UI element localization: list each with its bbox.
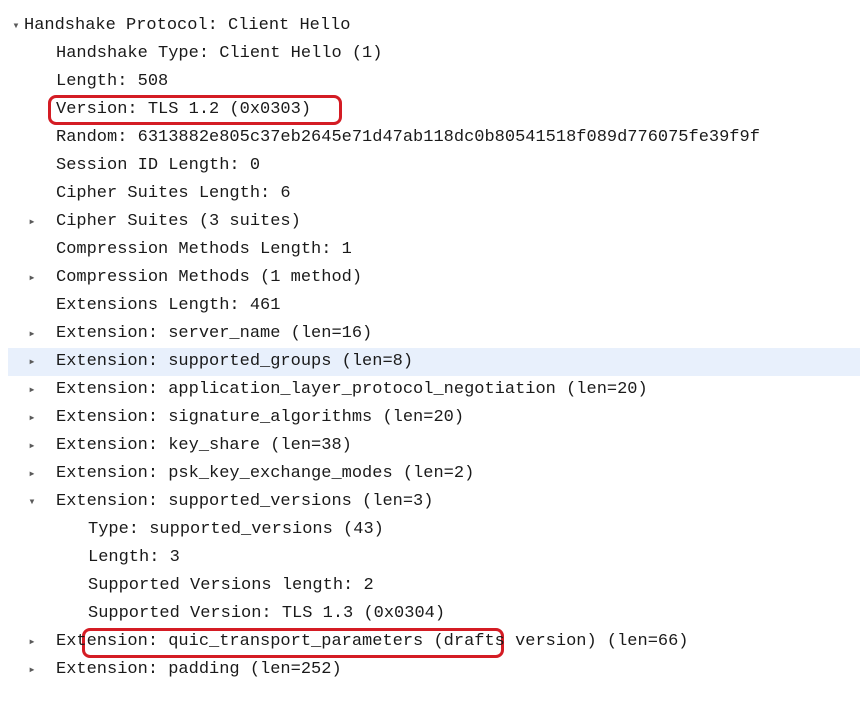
tree-row-sv-type[interactable]: · Type: supported_versions (43) (8, 516, 860, 544)
tree-label: Extension: application_layer_protocol_ne… (56, 376, 648, 404)
tree-label: Extension: key_share (len=38) (56, 432, 352, 460)
tree-label: Extension: supported_groups (len=8) (56, 348, 413, 376)
tree-row-ext-signature-algorithms[interactable]: ▸ Extension: signature_algorithms (len=2… (8, 404, 860, 432)
tree-row-version[interactable]: · Version: TLS 1.2 (0x0303) (8, 96, 860, 124)
tree-label: Length: 508 (56, 68, 168, 96)
tree-row-ext-supported-groups[interactable]: ▸ Extension: supported_groups (len=8) (8, 348, 860, 376)
tree-label: Extension: server_name (len=16) (56, 320, 372, 348)
tree-row-random[interactable]: · Random: 6313882e805c37eb2645e71d47ab11… (8, 124, 860, 152)
tree-label: Supported Version: TLS 1.3 (0x0304) (88, 600, 445, 628)
expand-toggle-icon[interactable]: ▸ (24, 628, 40, 656)
tree-row-ext-key-share[interactable]: ▸ Extension: key_share (len=38) (8, 432, 860, 460)
tree-label: Version: TLS 1.2 (0x0303) (56, 96, 311, 124)
tree-row-compression-methods-length[interactable]: · Compression Methods Length: 1 (8, 236, 860, 264)
tree-label: Compression Methods Length: 1 (56, 236, 352, 264)
tree-label: Extension: quic_transport_parameters (dr… (56, 628, 689, 656)
expand-toggle-icon[interactable]: ▸ (24, 320, 40, 348)
packet-details-tree: ▾ Handshake Protocol: Client Hello · Han… (0, 0, 860, 684)
tree-row-ext-supported-versions[interactable]: ▾ Extension: supported_versions (len=3) (8, 488, 860, 516)
tree-label: Random: 6313882e805c37eb2645e71d47ab118d… (56, 124, 760, 152)
tree-label: Cipher Suites (3 suites) (56, 208, 301, 236)
tree-label: Compression Methods (1 method) (56, 264, 362, 292)
tree-label: Type: supported_versions (43) (88, 516, 384, 544)
expand-toggle-icon[interactable]: ▸ (24, 404, 40, 432)
tree-row-session-id-length[interactable]: · Session ID Length: 0 (8, 152, 860, 180)
tree-row-ext-alpn[interactable]: ▸ Extension: application_layer_protocol_… (8, 376, 860, 404)
tree-row-ext-quic-transport-parameters[interactable]: ▸ Extension: quic_transport_parameters (… (8, 628, 860, 656)
tree-row-root[interactable]: ▾ Handshake Protocol: Client Hello (8, 12, 860, 40)
tree-label: Handshake Protocol: Client Hello (24, 12, 350, 40)
tree-label: Extension: signature_algorithms (len=20) (56, 404, 464, 432)
tree-label: Supported Versions length: 2 (88, 572, 374, 600)
tree-label: Extension: supported_versions (len=3) (56, 488, 433, 516)
expand-toggle-icon[interactable]: ▾ (8, 12, 24, 40)
tree-label: Extension: psk_key_exchange_modes (len=2… (56, 460, 474, 488)
tree-row-sv-length[interactable]: · Length: 3 (8, 544, 860, 572)
expand-toggle-icon[interactable]: ▸ (24, 348, 40, 376)
expand-toggle-icon[interactable]: ▸ (24, 460, 40, 488)
tree-label: Session ID Length: 0 (56, 152, 260, 180)
expand-toggle-icon[interactable]: ▸ (24, 432, 40, 460)
tree-label: Handshake Type: Client Hello (1) (56, 40, 382, 68)
tree-row-length[interactable]: · Length: 508 (8, 68, 860, 96)
tree-label: Length: 3 (88, 544, 180, 572)
tree-row-cipher-suites-length[interactable]: · Cipher Suites Length: 6 (8, 180, 860, 208)
tree-row-handshake-type[interactable]: · Handshake Type: Client Hello (1) (8, 40, 860, 68)
expand-toggle-icon[interactable]: ▸ (24, 208, 40, 236)
tree-row-sv-list-length[interactable]: · Supported Versions length: 2 (8, 572, 860, 600)
expand-toggle-icon[interactable]: ▸ (24, 264, 40, 292)
tree-label: Extensions Length: 461 (56, 292, 280, 320)
tree-row-ext-padding[interactable]: ▸ Extension: padding (len=252) (8, 656, 860, 684)
tree-label: Cipher Suites Length: 6 (56, 180, 291, 208)
expand-toggle-icon[interactable]: ▾ (24, 488, 40, 516)
tree-label: Extension: padding (len=252) (56, 656, 342, 684)
expand-toggle-icon[interactable]: ▸ (24, 656, 40, 684)
expand-toggle-icon[interactable]: ▸ (24, 376, 40, 404)
tree-row-ext-server-name[interactable]: ▸ Extension: server_name (len=16) (8, 320, 860, 348)
tree-row-sv-version[interactable]: · Supported Version: TLS 1.3 (0x0304) (8, 600, 860, 628)
tree-row-compression-methods[interactable]: ▸ Compression Methods (1 method) (8, 264, 860, 292)
tree-row-cipher-suites[interactable]: ▸ Cipher Suites (3 suites) (8, 208, 860, 236)
tree-row-extensions-length[interactable]: · Extensions Length: 461 (8, 292, 860, 320)
tree-row-ext-psk-key-exchange-modes[interactable]: ▸ Extension: psk_key_exchange_modes (len… (8, 460, 860, 488)
